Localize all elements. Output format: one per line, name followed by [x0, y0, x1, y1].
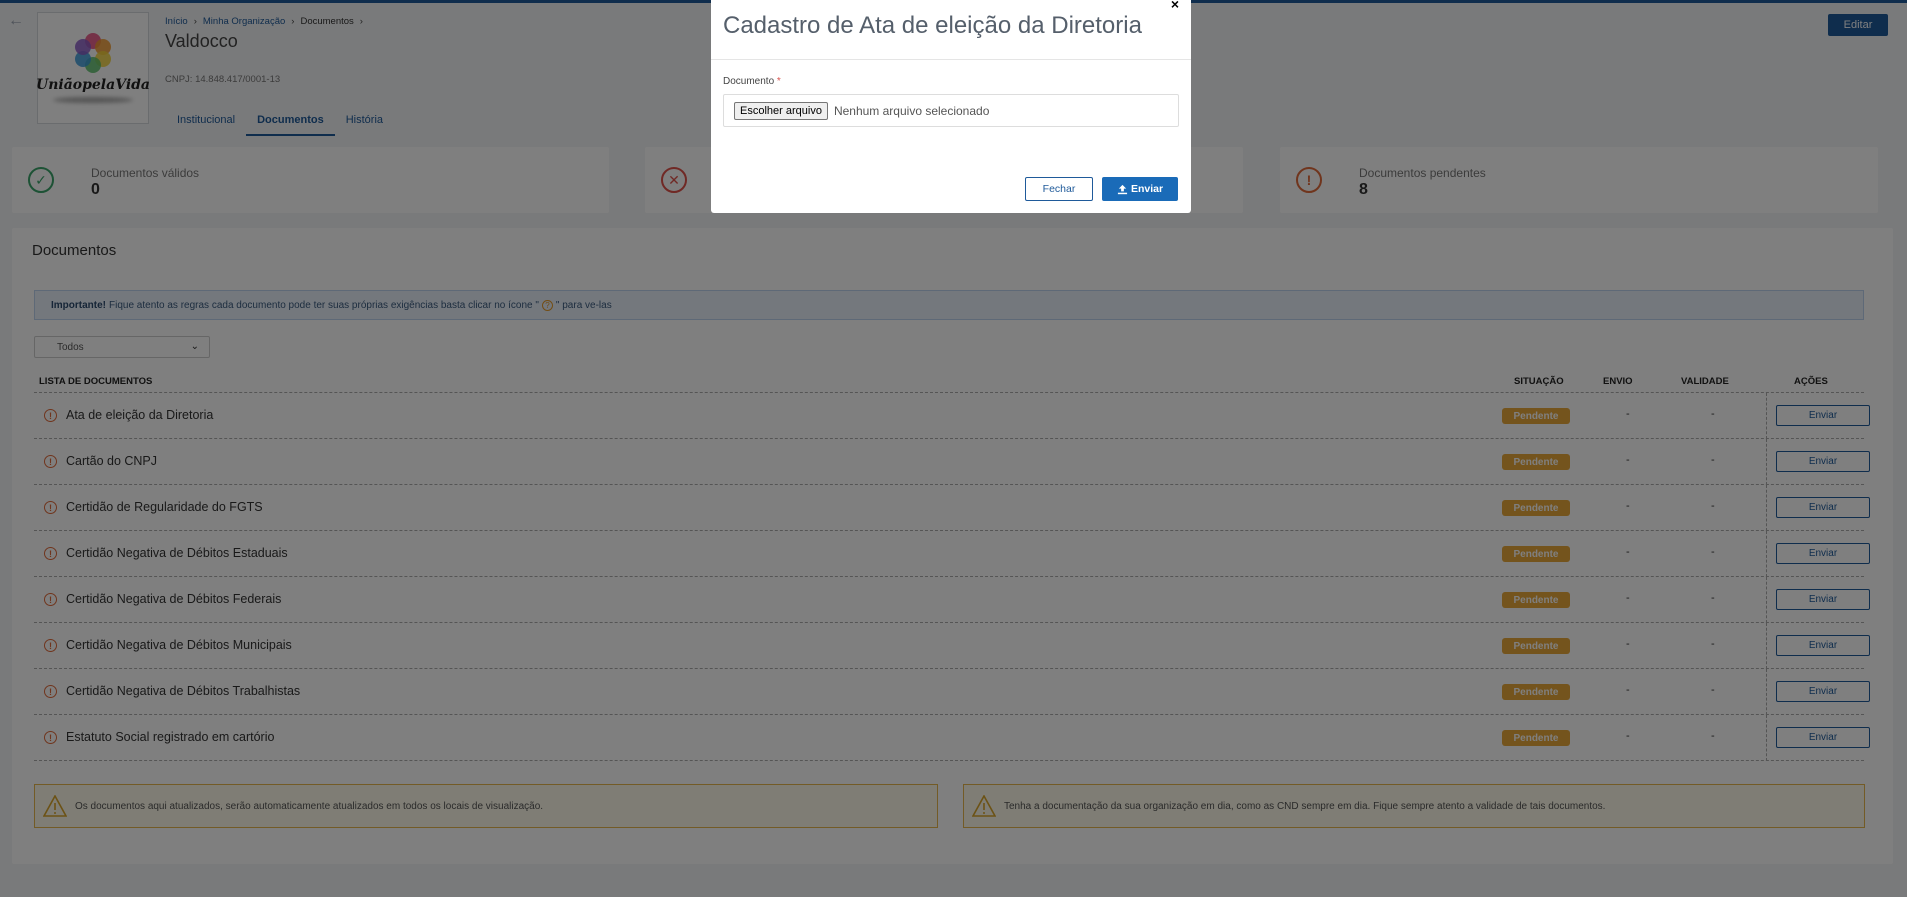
modal-divider — [711, 59, 1191, 60]
file-status-text: Nenhum arquivo selecionado — [833, 103, 990, 118]
upload-modal: × Cadastro de Ata de eleição da Diretori… — [711, 0, 1191, 213]
close-icon[interactable]: × — [1171, 0, 1179, 12]
modal-title: Cadastro de Ata de eleição da Diretoria — [723, 12, 1142, 39]
document-file-input[interactable]: Escolher arquivo Nenhum arquivo selecion… — [723, 94, 1179, 127]
upload-icon — [1117, 184, 1128, 194]
field-label-text: Documento — [723, 76, 775, 87]
document-field-label: Documento * — [723, 76, 781, 87]
required-mark: * — [776, 76, 781, 87]
choose-file-button[interactable]: Escolher arquivo — [734, 101, 828, 120]
send-button-label: Enviar — [1130, 183, 1164, 195]
send-button[interactable]: Enviar — [1102, 177, 1178, 201]
close-button[interactable]: Fechar — [1025, 177, 1093, 201]
